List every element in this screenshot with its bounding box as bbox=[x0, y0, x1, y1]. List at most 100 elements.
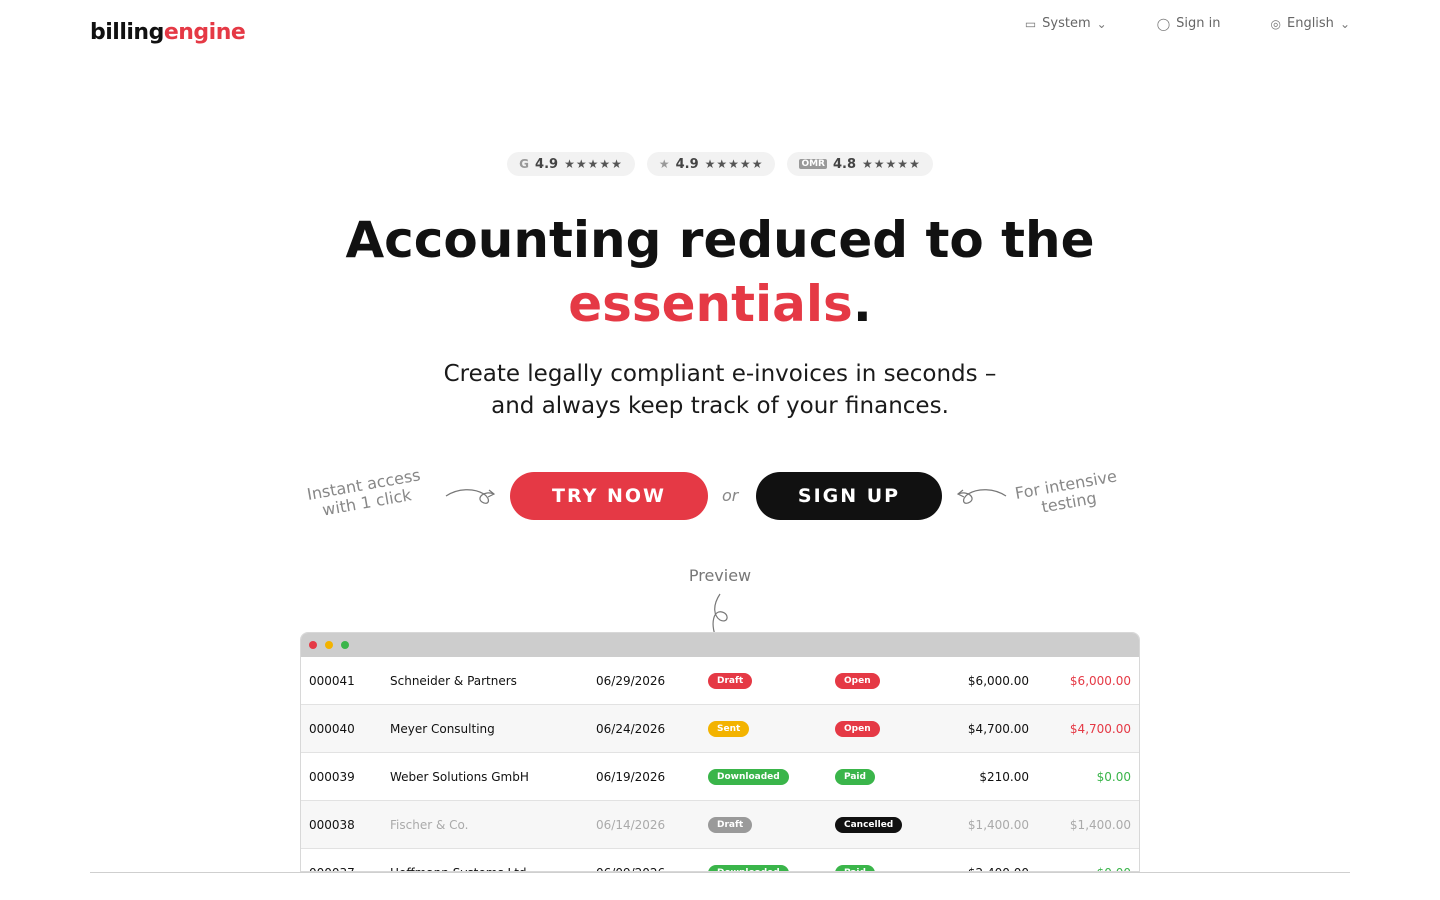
top-nav: ▭ System ⌄ ◯ Sign in ◎ English ⌄ bbox=[1025, 16, 1350, 31]
client-name: Fischer & Co. bbox=[390, 817, 469, 832]
payment-badge: Cancelled bbox=[835, 816, 903, 833]
invoice-amount: $210.00 bbox=[979, 769, 1029, 784]
payment-cell: Open bbox=[835, 657, 880, 704]
table-row[interactable]: 000041 Schneider & Partners 06/29/2026 Draf… bbox=[301, 657, 1139, 705]
hero-subtitle: Create legally compliant e-invoices in s… bbox=[0, 358, 1440, 422]
instant-access-note: Instant access with 1 click bbox=[306, 465, 425, 521]
payment-cell: Cancelled bbox=[835, 801, 903, 848]
payment-cell: Paid bbox=[835, 753, 875, 800]
invoice-date: 06/24/2026 bbox=[596, 721, 666, 736]
table-row[interactable]: 000040 Meyer Consulting 06/24/2026 Sent Open… bbox=[301, 705, 1139, 753]
table-row[interactable]: 000037 Hoffmann Systems Ltd 06/09/2026 Down… bbox=[301, 849, 1139, 872]
open-amount: $1,400.00 bbox=[1069, 817, 1131, 832]
client-name: Hoffmann Systems Ltd bbox=[390, 849, 527, 872]
status-cell: Draft bbox=[708, 801, 753, 848]
status-badge: Draft bbox=[708, 816, 753, 833]
chevron-down-icon: ⌄ bbox=[1096, 16, 1107, 31]
hero-title-line1: Accounting reduced to the bbox=[345, 211, 1095, 269]
sign-up-button[interactable]: SIGN UP bbox=[756, 472, 942, 520]
chevron-down-icon: ⌄ bbox=[1339, 16, 1350, 31]
theme-switcher[interactable]: ▭ System ⌄ bbox=[1025, 16, 1107, 31]
payment-cell: Open bbox=[835, 705, 880, 752]
invoice-date: 06/19/2026 bbox=[596, 769, 666, 784]
invoice-date: 06/14/2026 bbox=[596, 817, 666, 832]
invoice-amount: $2,400.00 bbox=[968, 849, 1029, 872]
rating-badge-google[interactable]: G 4.9 ★★★★★ bbox=[507, 152, 635, 176]
rating-badge-platform[interactable]: ★ 4.9 ★★★★★ bbox=[646, 152, 776, 176]
status-badge: Draft bbox=[708, 672, 753, 689]
rating-stars: ★★★★★ bbox=[704, 157, 764, 171]
invoice-date: 06/09/2026 bbox=[596, 849, 665, 872]
monitor-icon: ▭ bbox=[1024, 16, 1037, 31]
curly-arrow-right-icon bbox=[445, 489, 496, 504]
user-icon: ◯ bbox=[1156, 16, 1171, 31]
logo-part-billing: billing bbox=[90, 20, 164, 45]
invoice-number: 000037 bbox=[309, 849, 355, 872]
rating-score: 4.8 bbox=[833, 156, 857, 172]
invoice-number: 000040 bbox=[309, 721, 355, 736]
invoice-amount: $6,000.00 bbox=[967, 673, 1029, 688]
rating-stars: ★★★★★ bbox=[564, 157, 623, 171]
client-name: Meyer Consulting bbox=[390, 721, 495, 736]
rating-stars: ★★★★★ bbox=[862, 157, 921, 171]
or-label: or bbox=[722, 486, 739, 505]
star-platform-icon: ★ bbox=[658, 157, 670, 171]
google-icon: G bbox=[519, 157, 530, 171]
invoice-amount: $1,400.00 bbox=[967, 817, 1029, 832]
preview-window: 000041 Schneider & Partners 06/29/2026 Draf… bbox=[300, 632, 1140, 872]
hero-title-end: . bbox=[852, 275, 872, 333]
payment-badge: Paid bbox=[835, 864, 875, 871]
open-amount: $0.00 bbox=[1097, 849, 1131, 872]
rating-score: 4.9 bbox=[535, 156, 559, 172]
rating-badge-omr[interactable]: OMR 4.8 ★★★★★ bbox=[787, 152, 933, 176]
close-dot-icon bbox=[309, 641, 317, 649]
globe-icon: ◎ bbox=[1270, 16, 1281, 31]
try-now-button[interactable]: TRY NOW bbox=[510, 472, 708, 520]
client-name: Weber Solutions GmbH bbox=[390, 769, 529, 784]
status-cell: Downloaded bbox=[708, 849, 789, 871]
payment-badge: Paid bbox=[835, 768, 875, 785]
status-cell: Sent bbox=[708, 705, 750, 752]
status-badge: Sent bbox=[708, 720, 750, 737]
logo-part-engine: engine bbox=[163, 20, 246, 45]
payment-badge: Open bbox=[835, 672, 880, 689]
language-switcher[interactable]: ◎ English ⌄ bbox=[1271, 16, 1351, 31]
divider bbox=[90, 872, 1350, 873]
hero-subtitle-line2: and always keep track of your finances. bbox=[491, 393, 949, 419]
sign-in-link[interactable]: ◯ Sign in bbox=[1157, 16, 1221, 31]
status-cell: Draft bbox=[708, 657, 753, 704]
language-label: English bbox=[1286, 16, 1334, 31]
sign-in-label: Sign in bbox=[1176, 16, 1221, 31]
window-titlebar bbox=[301, 633, 1139, 657]
invoice-amount: $4,700.00 bbox=[967, 721, 1029, 736]
invoice-number: 000038 bbox=[309, 817, 355, 832]
rating-score: 4.9 bbox=[675, 156, 699, 172]
status-badge: Downloaded bbox=[708, 864, 789, 871]
ratings-row: G 4.9 ★★★★★ ★ 4.9 ★★★★★ OMR 4.8 ★★★★★ bbox=[0, 152, 1440, 176]
curly-arrow-left-icon bbox=[956, 489, 1007, 504]
omr-icon: OMR bbox=[799, 159, 827, 169]
hero-title-accent: essentials bbox=[568, 275, 853, 333]
logo[interactable]: billingengine bbox=[90, 20, 246, 45]
open-amount: $0.00 bbox=[1096, 769, 1131, 784]
invoice-date: 06/29/2026 bbox=[596, 673, 666, 688]
table-row[interactable]: 000038 Fischer & Co. 06/14/2026 Draft Cancel… bbox=[301, 801, 1139, 849]
hero-subtitle-line1: Create legally compliant e-invoices in s… bbox=[443, 361, 997, 387]
status-badge: Downloaded bbox=[708, 768, 789, 785]
invoice-number: 000041 bbox=[309, 673, 355, 688]
table-row[interactable]: 000039 Weber Solutions GmbH 06/19/2026 Down… bbox=[301, 753, 1139, 801]
maximize-dot-icon bbox=[341, 641, 349, 649]
client-name: Schneider & Partners bbox=[390, 673, 517, 688]
minimize-dot-icon bbox=[325, 641, 333, 649]
hero-title: Accounting reduced to the essentials. bbox=[0, 208, 1440, 336]
invoice-table: 000041 Schneider & Partners 06/29/2026 Draf… bbox=[301, 657, 1139, 872]
theme-label: System bbox=[1042, 16, 1091, 31]
payment-badge: Open bbox=[835, 720, 880, 737]
preview-label: Preview bbox=[688, 566, 752, 585]
invoice-number: 000039 bbox=[309, 769, 355, 784]
status-cell: Downloaded bbox=[708, 753, 789, 800]
open-amount: $4,700.00 bbox=[1069, 721, 1131, 736]
intensive-testing-note: For intensive testing bbox=[1013, 466, 1122, 520]
open-amount: $6,000.00 bbox=[1069, 673, 1131, 688]
payment-cell: Paid bbox=[835, 849, 875, 871]
